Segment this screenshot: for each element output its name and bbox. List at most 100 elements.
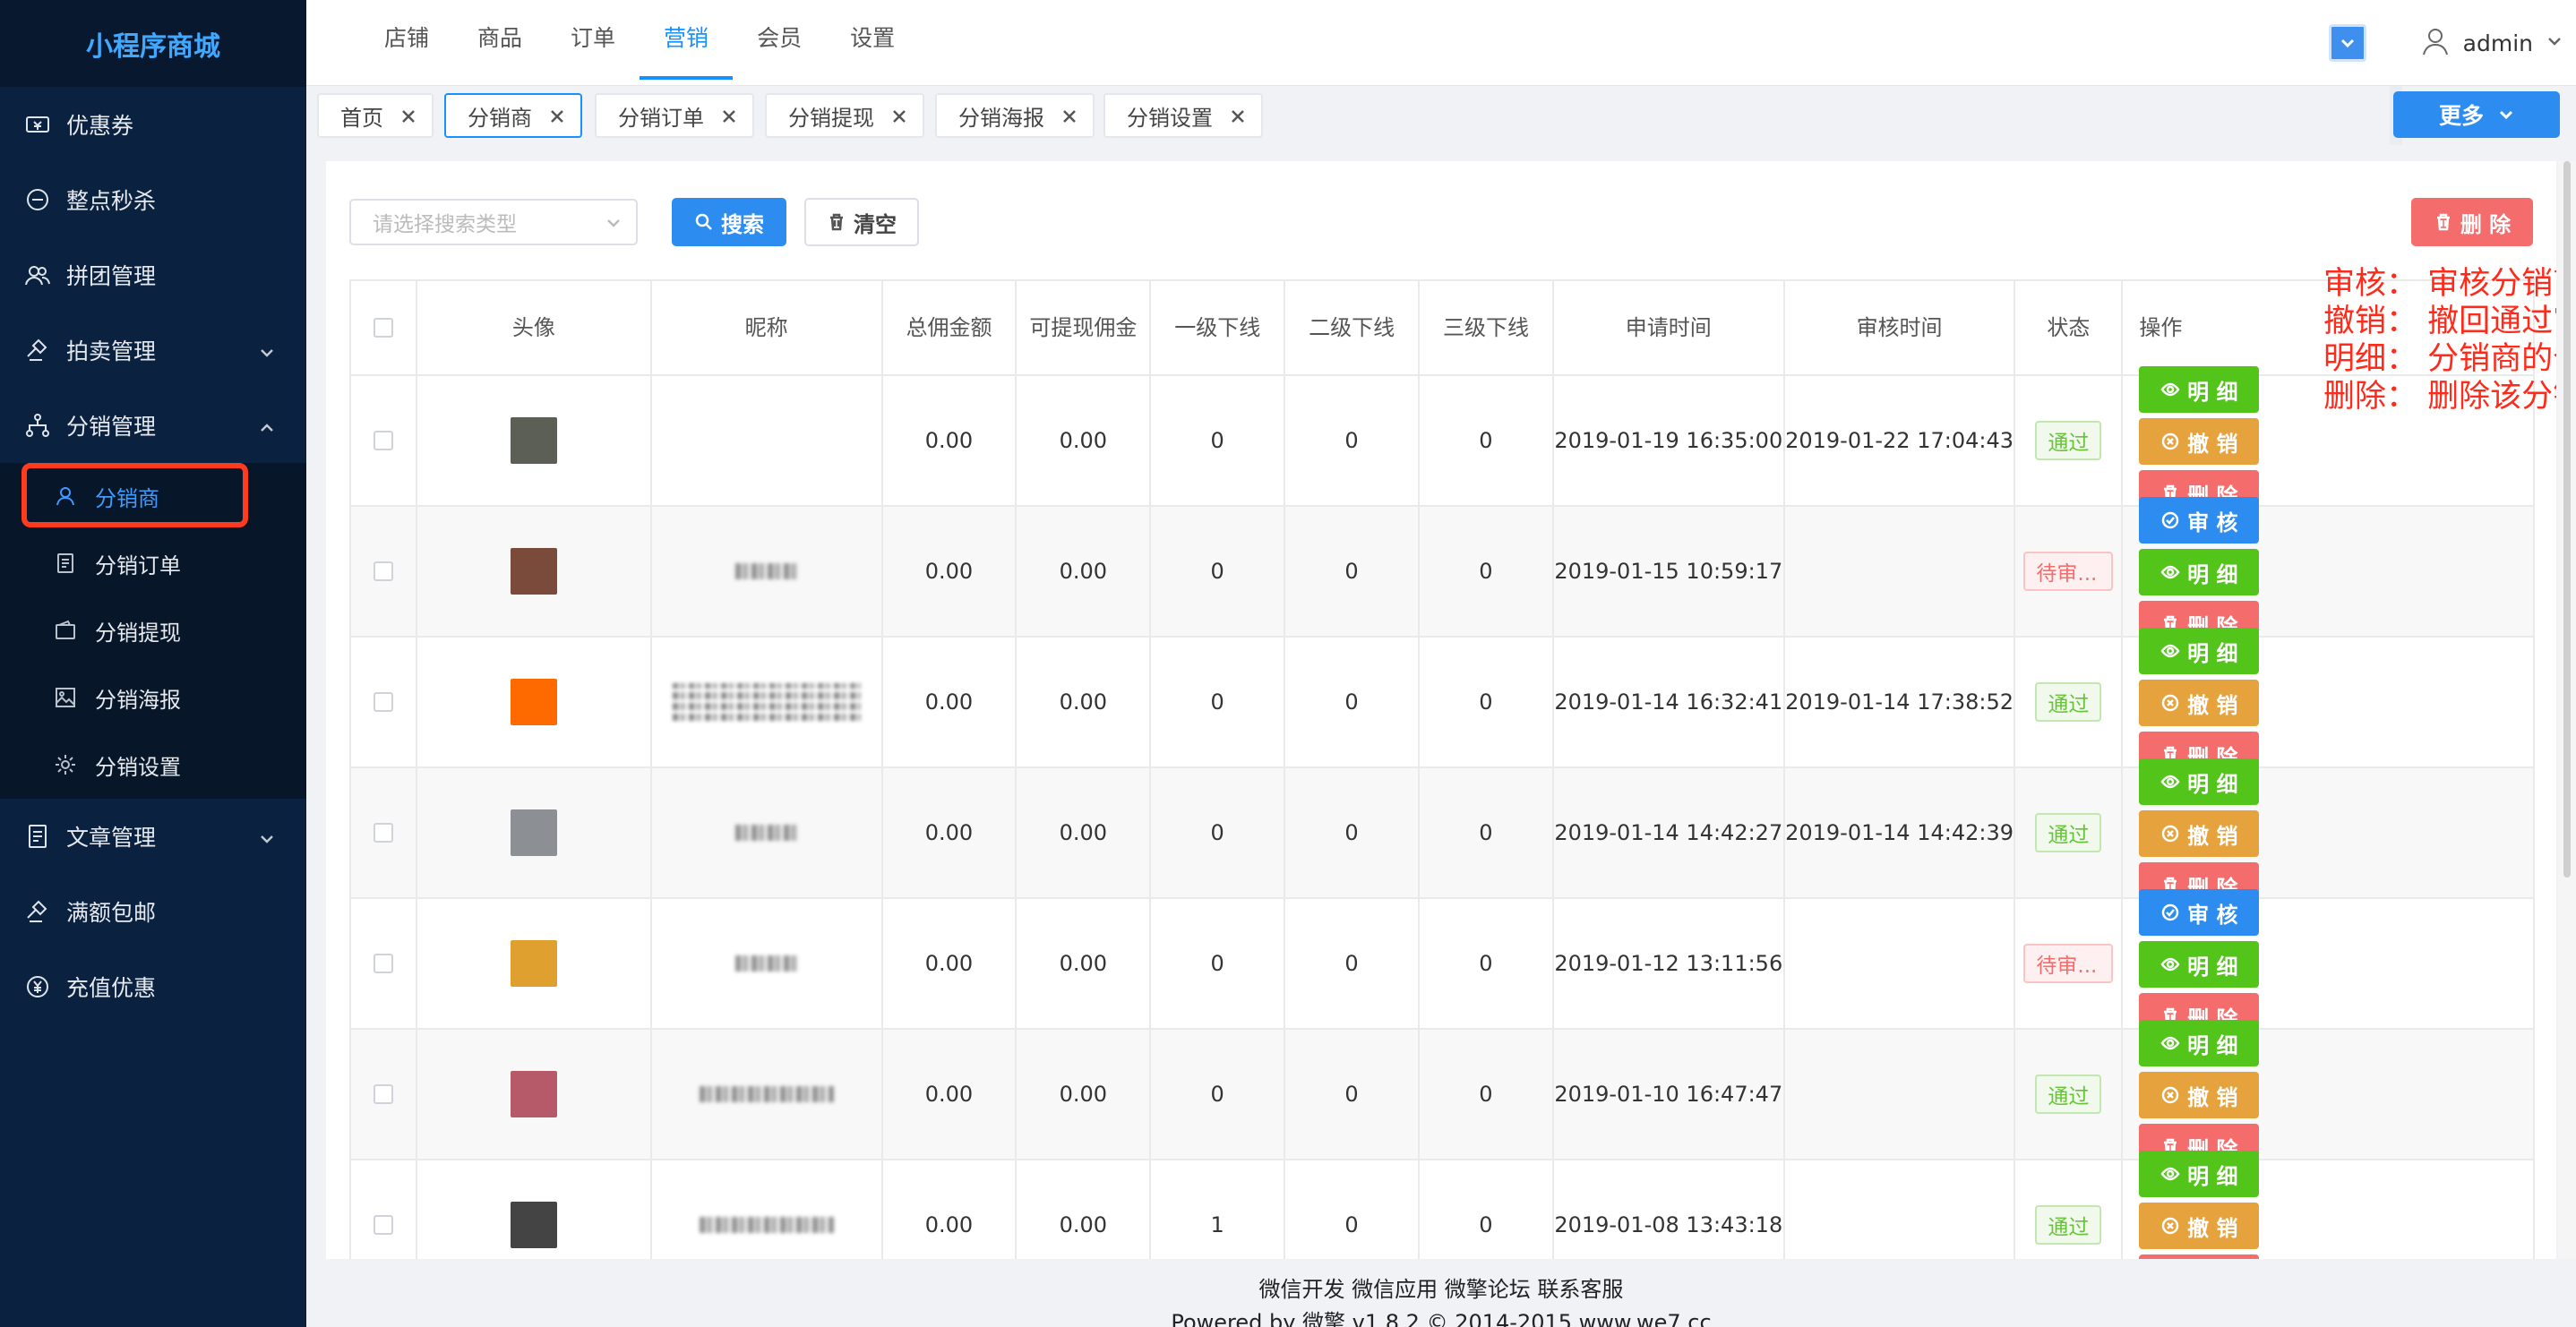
sidebar-item-coupon[interactable]: 优惠券	[0, 87, 306, 162]
close-icon[interactable]	[1229, 106, 1249, 125]
check-circle-icon	[2161, 511, 2179, 529]
sidebar-item-group-buy[interactable]: 拼团管理	[0, 237, 306, 312]
detail-button[interactable]: 明 细	[2139, 366, 2260, 413]
table-row[interactable]: 0.000.001002019-01-08 13:43:18通过明 细撤 销删 …	[351, 1151, 2535, 1263]
gear-icon	[54, 753, 79, 778]
tab-distributors[interactable]: 分销商	[444, 93, 582, 138]
level1-downline-cell: 0	[1151, 899, 1286, 1030]
sidebar-item-distribution-withdraw[interactable]: 分销提现	[0, 597, 306, 664]
actions-cell: 明 细撤 销删 除	[2123, 1020, 2535, 1170]
table-row[interactable]: 0.00 0.00 0 0 0 2019-01-14 16:32:41 2019-01-14…	[351, 628, 2535, 778]
tab-distribution-withdraw[interactable]: 分销提现	[765, 93, 924, 138]
cancel-circle-icon	[2161, 825, 2179, 843]
bulk-delete-button[interactable]: 删 除	[2411, 198, 2533, 246]
chevron-down-icon	[258, 827, 276, 845]
user-icon[interactable]	[2420, 26, 2451, 60]
nav-marketing[interactable]: 营销	[640, 0, 734, 80]
close-icon[interactable]	[890, 106, 910, 125]
select-all-checkbox[interactable]	[373, 318, 393, 338]
row-checkbox-cell	[351, 768, 417, 899]
column-header: 审核时间	[1784, 281, 2016, 376]
level1-downline-cell: 0	[1151, 638, 1286, 768]
revoke-label: 撤 销	[2187, 431, 2238, 457]
tab-label: 分销订单	[618, 105, 704, 131]
row-checkbox[interactable]	[373, 823, 393, 843]
revoke-button[interactable]: 撤 销	[2139, 680, 2260, 726]
sidebar-item-distribution[interactable]: 分销管理	[0, 388, 306, 463]
sidebar-item-distributors[interactable]: 分销商	[0, 463, 306, 530]
close-icon[interactable]	[548, 106, 568, 125]
search-button[interactable]: 搜索	[672, 198, 786, 246]
detail-button[interactable]: 明 细	[2139, 1020, 2260, 1066]
sidebar-item-recharge[interactable]: 充值优惠	[0, 949, 306, 1024]
detail-button[interactable]: 明 细	[2139, 758, 2260, 805]
row-checkbox[interactable]	[373, 692, 393, 712]
page-scrollbar[interactable]	[2558, 161, 2576, 1263]
dropdown-toggle-button[interactable]	[2328, 24, 2366, 62]
sidebar-item-auction[interactable]: 拍卖管理	[0, 312, 306, 388]
audit-button[interactable]: 审 核	[2139, 889, 2260, 936]
table-row[interactable]: 0.00 0.00 0 0 0 2019-01-14 14:42:27 2019-01-14…	[351, 758, 2535, 909]
detail-button[interactable]: 明 细	[2139, 941, 2260, 988]
sidebar-item-distribution-settings[interactable]: 分销设置	[0, 732, 306, 799]
clear-button[interactable]: 清空	[804, 198, 919, 246]
search-type-placeholder: 请选择搜索类型	[373, 213, 517, 236]
row-checkbox[interactable]	[373, 1084, 393, 1104]
scrollbar-thumb[interactable]	[2563, 161, 2571, 878]
withdrawable-commission-cell: 0.00	[1017, 376, 1152, 507]
sidebar-item-distribution-poster[interactable]: 分销海报	[0, 664, 306, 732]
row-checkbox[interactable]	[373, 431, 393, 450]
actions-cell: 明 细撤 销删 除	[2123, 1151, 2535, 1263]
annotation-line: 审核： 审核分销商的操作	[2323, 266, 2556, 302]
row-checkbox[interactable]	[373, 561, 393, 581]
user-area: admin	[2328, 0, 2576, 86]
nav-products[interactable]: 商品	[453, 0, 546, 80]
tab-distribution-settings[interactable]: 分销设置	[1103, 93, 1263, 138]
nav-shop[interactable]: 店铺	[360, 0, 453, 80]
tab-home[interactable]: 首页	[317, 93, 434, 138]
row-checkbox[interactable]	[373, 954, 393, 973]
sidebar-item-articles[interactable]: 文章管理	[0, 799, 306, 874]
close-icon[interactable]	[399, 106, 419, 125]
tab-distribution-poster[interactable]: 分销海报	[935, 93, 1095, 138]
sidebar-item-flash-sale[interactable]: 整点秒杀	[0, 162, 306, 237]
nav-orders[interactable]: 订单	[546, 0, 640, 80]
check-circle-icon	[2161, 903, 2179, 921]
status-badge: 待审...	[2023, 944, 2114, 983]
close-icon[interactable]	[1060, 106, 1080, 125]
eye-icon	[2160, 957, 2180, 972]
revoke-button[interactable]: 撤 销	[2139, 810, 2260, 857]
tab-distribution-orders[interactable]: 分销订单	[595, 93, 754, 138]
table-row[interactable]: 0.00 0.00 0 0 0 2019-01-15 10:59:17 待审... 审 核明 …	[351, 497, 2535, 647]
distribution-submenu: 分销商 分销订单 分销提现 分销海报 分销设置	[0, 463, 306, 799]
column-header: 三级下线	[1420, 281, 1554, 376]
level2-downline-cell: 0	[1285, 638, 1420, 768]
revoke-button[interactable]: 撤 销	[2139, 418, 2260, 465]
table-row[interactable]: 0.00 0.00 0 0 0 2019-01-12 13:11:56 待审... 审 核明 …	[351, 889, 2535, 1040]
tab-label: 分销设置	[1127, 105, 1213, 131]
nav-settings[interactable]: 设置	[826, 0, 919, 80]
more-tabs-button[interactable]: 更多	[2393, 91, 2560, 138]
close-icon[interactable]	[720, 106, 740, 125]
table-row[interactable]: 0.00 0.00 0 0 0 2019-01-10 16:47:47 通过明 细撤 销删 …	[351, 1020, 2535, 1170]
annotation-line: 删除： 删除该分销商	[2323, 379, 2556, 415]
chevron-down-icon[interactable]	[2546, 32, 2576, 54]
footer-links[interactable]: 微信开发 微信应用 微擎论坛 联系客服	[306, 1271, 2576, 1303]
user-name[interactable]: admin	[2463, 30, 2533, 56]
detail-button[interactable]: 明 细	[2139, 628, 2260, 674]
distributor-table: 头像 昵称 总佣金额 可提现佣金 一级下线 二级下线 三级下线 申请时间 审核时…	[349, 279, 2535, 1263]
sidebar-item-distribution-orders[interactable]: 分销订单	[0, 530, 306, 597]
avatar	[510, 548, 557, 595]
revoke-button[interactable]: 撤 销	[2139, 1203, 2260, 1249]
sidebar-item-free-shipping[interactable]: 满额包邮	[0, 874, 306, 949]
detail-button[interactable]: 明 细	[2139, 1151, 2260, 1197]
brand-logo[interactable]: 小程序商城	[0, 0, 306, 87]
search-type-select[interactable]: 请选择搜索类型	[349, 199, 638, 245]
revoke-button[interactable]: 撤 销	[2139, 1072, 2260, 1118]
audit-button[interactable]: 审 核	[2139, 497, 2260, 544]
row-checkbox[interactable]	[373, 1215, 393, 1235]
withdrawable-commission-cell: 0.00	[1017, 768, 1152, 899]
detail-button[interactable]: 明 细	[2139, 549, 2260, 595]
nav-members[interactable]: 会员	[733, 0, 826, 80]
table-row[interactable]: 0.00 0.00 0 0 0 2019-01-19 16:35:00 2019-01-22…	[351, 366, 2535, 517]
